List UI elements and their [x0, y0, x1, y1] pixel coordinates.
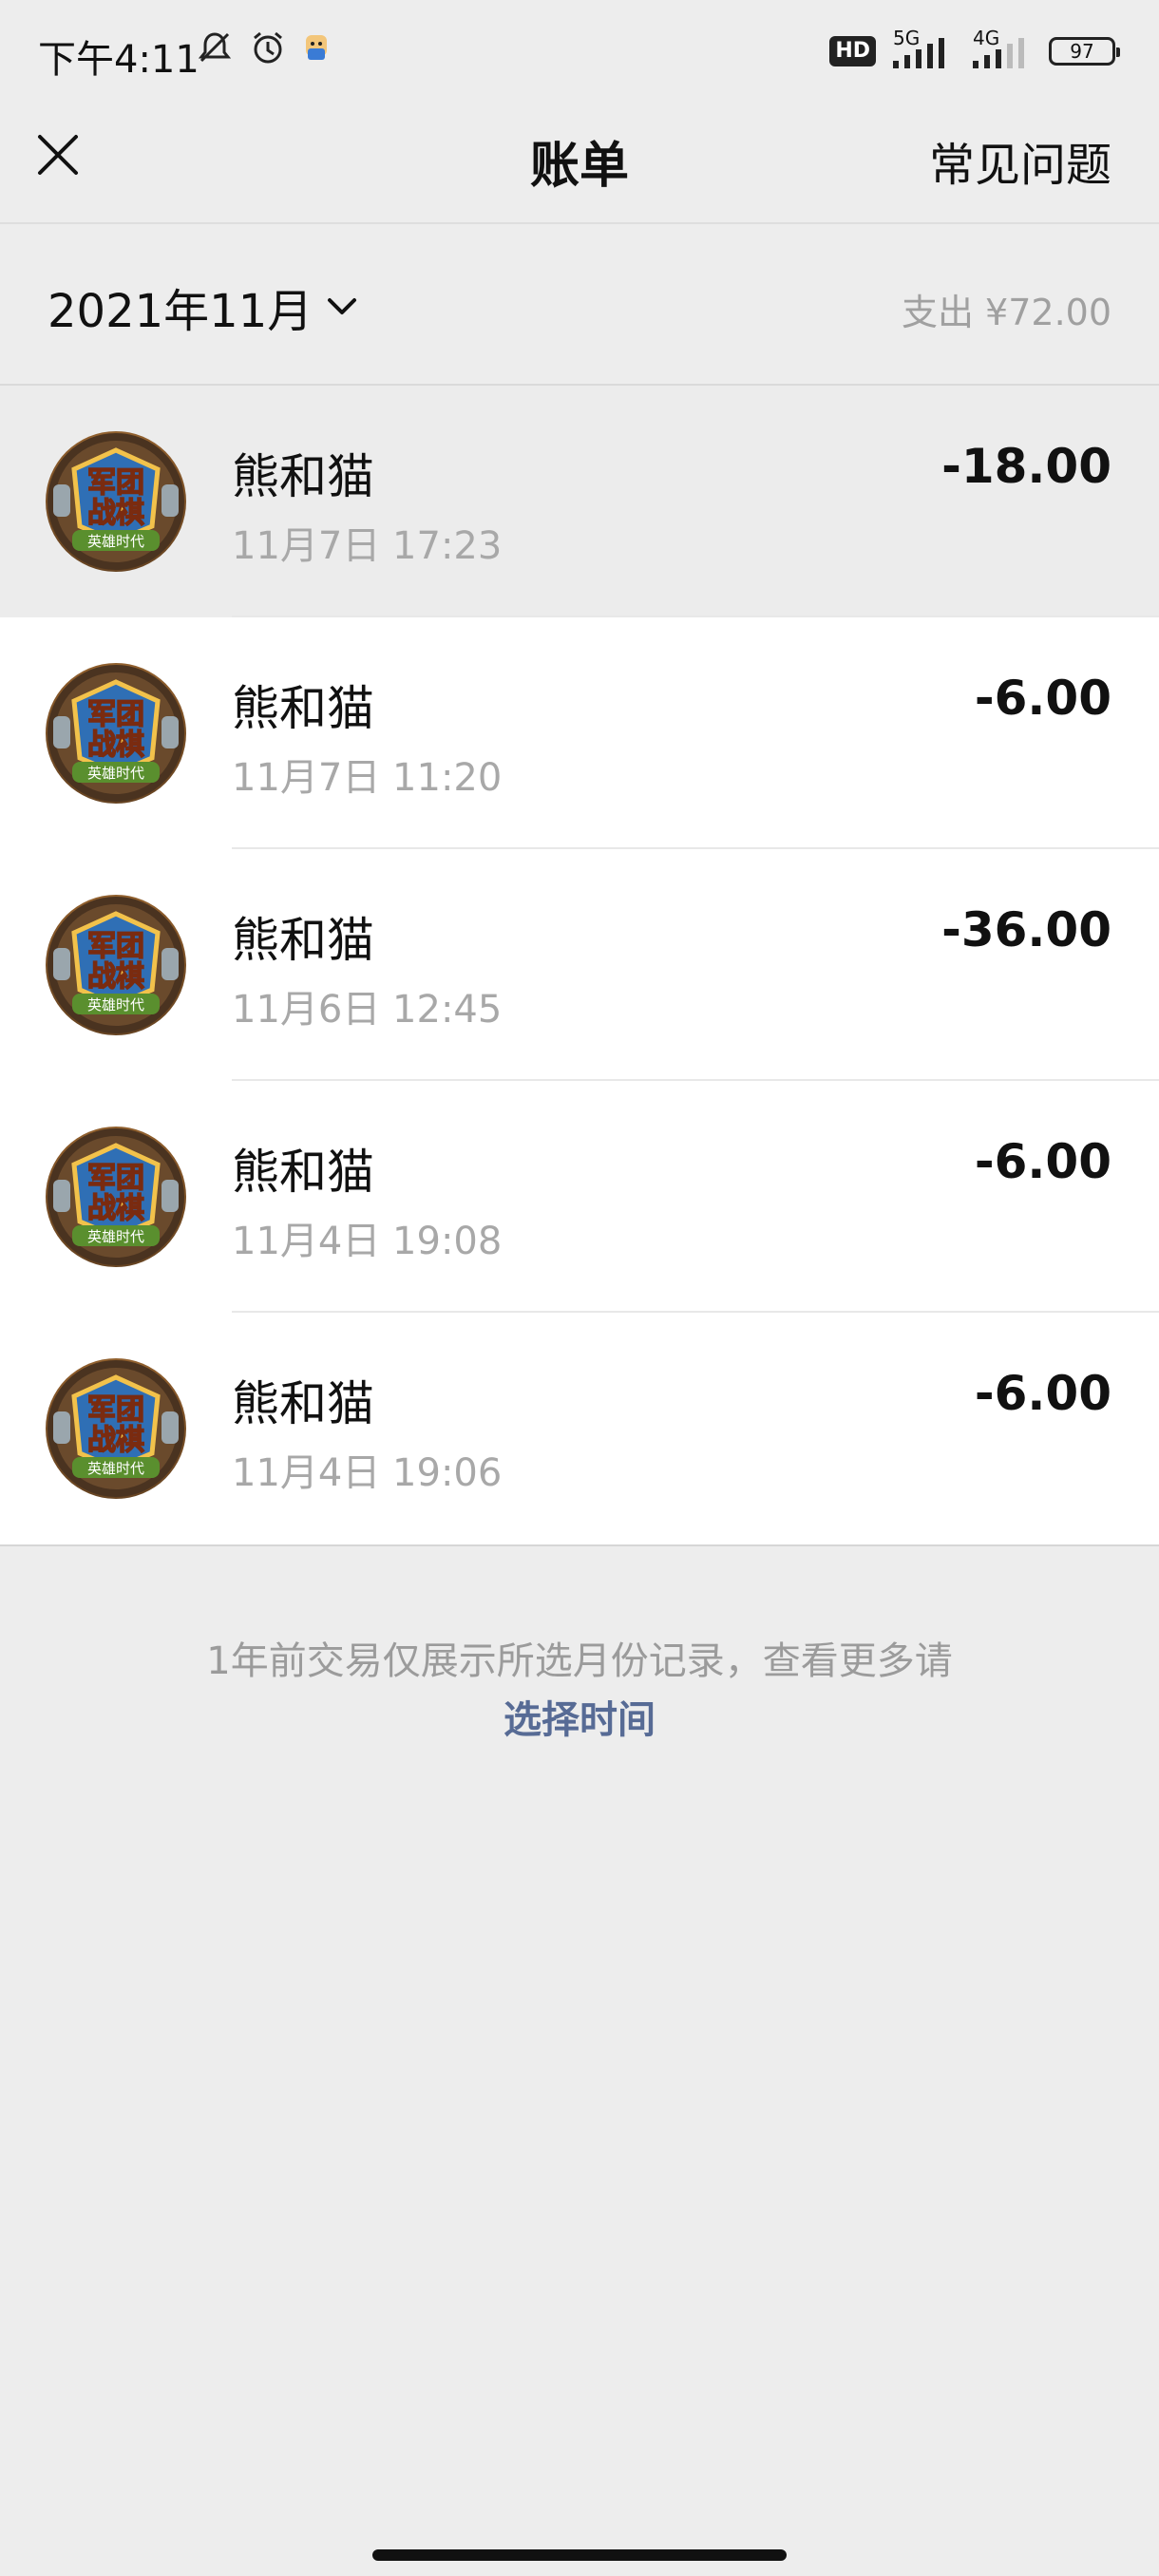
total-spend: 支出 ¥72.00: [901, 292, 1112, 333]
battery-icon: 97: [1049, 37, 1120, 66]
signal-4g-label: 4G: [973, 27, 1000, 49]
avatar-text-line2: 战棋: [87, 1192, 144, 1225]
avatar-banner: 英雄时代: [87, 1228, 144, 1245]
avatar-banner: 英雄时代: [87, 996, 144, 1013]
history-note: 1年前交易仅展示所选月份记录，查看更多请 选择时间: [0, 1632, 1159, 1750]
transaction-row[interactable]: 军团 战棋 英雄时代 熊和猫 11月4日 19:06 -6.00: [0, 1313, 1159, 1544]
avatar-banner: 英雄时代: [87, 533, 144, 550]
transaction-amount: -6.00: [974, 1366, 1112, 1421]
status-time: 下午4:11: [38, 38, 200, 82]
transaction-list: 军团 战棋 英雄时代 熊和猫 11月7日 17:23 -18.00 军团 战棋 …: [0, 386, 1159, 1546]
merchant-name: 熊和猫: [232, 1376, 374, 1431]
transaction-amount: -6.00: [974, 1134, 1112, 1189]
merchant-avatar: 军团 战棋 英雄时代: [46, 1127, 186, 1267]
mute-icon: [196, 28, 234, 70]
avatar-text-line1: 军团: [87, 930, 144, 963]
status-bar: 下午4:11 HD 5G 4G 97: [0, 0, 1159, 103]
avatar-banner: 英雄时代: [87, 765, 144, 782]
avatar-text-line1: 军团: [87, 1393, 144, 1427]
merchant-avatar: 军团 战棋 英雄时代: [46, 431, 186, 572]
status-icons-right: HD 5G 4G 97: [829, 27, 1120, 72]
alarm-icon: [249, 28, 287, 70]
history-note-text: 1年前交易仅展示所选月份记录，查看更多请: [206, 1639, 953, 1683]
avatar-text-line2: 战棋: [87, 497, 144, 530]
transaction-time: 11月4日 19:08: [232, 1220, 503, 1263]
transaction-row[interactable]: 军团 战棋 英雄时代 熊和猫 11月6日 12:45 -36.00: [0, 849, 1159, 1081]
status-icons-left: [196, 28, 331, 70]
transaction-row[interactable]: 军团 战棋 英雄时代 熊和猫 11月7日 17:23 -18.00: [0, 386, 1159, 617]
transaction-time: 11月7日 17:23: [232, 524, 503, 568]
hd-badge: HD: [829, 36, 876, 66]
merchant-name: 熊和猫: [232, 449, 374, 504]
home-indicator[interactable]: [372, 2549, 787, 2561]
nav-bar: 账单 常见问题: [0, 103, 1159, 224]
battery-level: 97: [1070, 40, 1094, 63]
transaction-amount: -18.00: [941, 439, 1112, 494]
avatar-banner: 英雄时代: [87, 1460, 144, 1477]
transaction-time: 11月6日 12:45: [232, 988, 503, 1032]
avatar-text-line2: 战棋: [87, 1424, 144, 1457]
signal-4g-icon: 4G: [969, 27, 1036, 72]
transaction-time: 11月4日 19:06: [232, 1451, 503, 1495]
month-label: 2021年11月: [48, 285, 314, 338]
merchant-name: 熊和猫: [232, 1145, 374, 1200]
transaction-amount: -6.00: [974, 671, 1112, 726]
app-notification-icon: [302, 31, 331, 67]
merchant-name: 熊和猫: [232, 681, 374, 736]
merchant-avatar: 军团 战棋 英雄时代: [46, 895, 186, 1035]
select-time-link[interactable]: 选择时间: [0, 1691, 1159, 1750]
avatar-text-line1: 军团: [87, 466, 144, 500]
transaction-row[interactable]: 军团 战棋 英雄时代 熊和猫 11月4日 19:08 -6.00: [0, 1081, 1159, 1313]
faq-link[interactable]: 常见问题: [929, 127, 1112, 194]
signal-5g-label: 5G: [893, 27, 921, 49]
month-picker[interactable]: 2021年11月: [48, 274, 358, 340]
avatar-text-line1: 军团: [87, 1162, 144, 1195]
avatar-text-line1: 军团: [87, 698, 144, 731]
month-header: 2021年11月 支出 ¥72.00: [0, 224, 1159, 386]
avatar-text-line2: 战棋: [87, 729, 144, 762]
transaction-time: 11月7日 11:20: [232, 756, 503, 800]
avatar-text-line2: 战棋: [87, 960, 144, 994]
merchant-avatar: 军团 战棋 英雄时代: [46, 1358, 186, 1499]
chevron-down-icon: [328, 298, 357, 314]
merchant-avatar: 军团 战棋 英雄时代: [46, 663, 186, 804]
transaction-row[interactable]: 军团 战棋 英雄时代 熊和猫 11月7日 11:20 -6.00: [0, 617, 1159, 849]
merchant-name: 熊和猫: [232, 913, 374, 968]
transaction-amount: -36.00: [941, 902, 1112, 957]
signal-5g-icon: 5G: [889, 27, 956, 72]
